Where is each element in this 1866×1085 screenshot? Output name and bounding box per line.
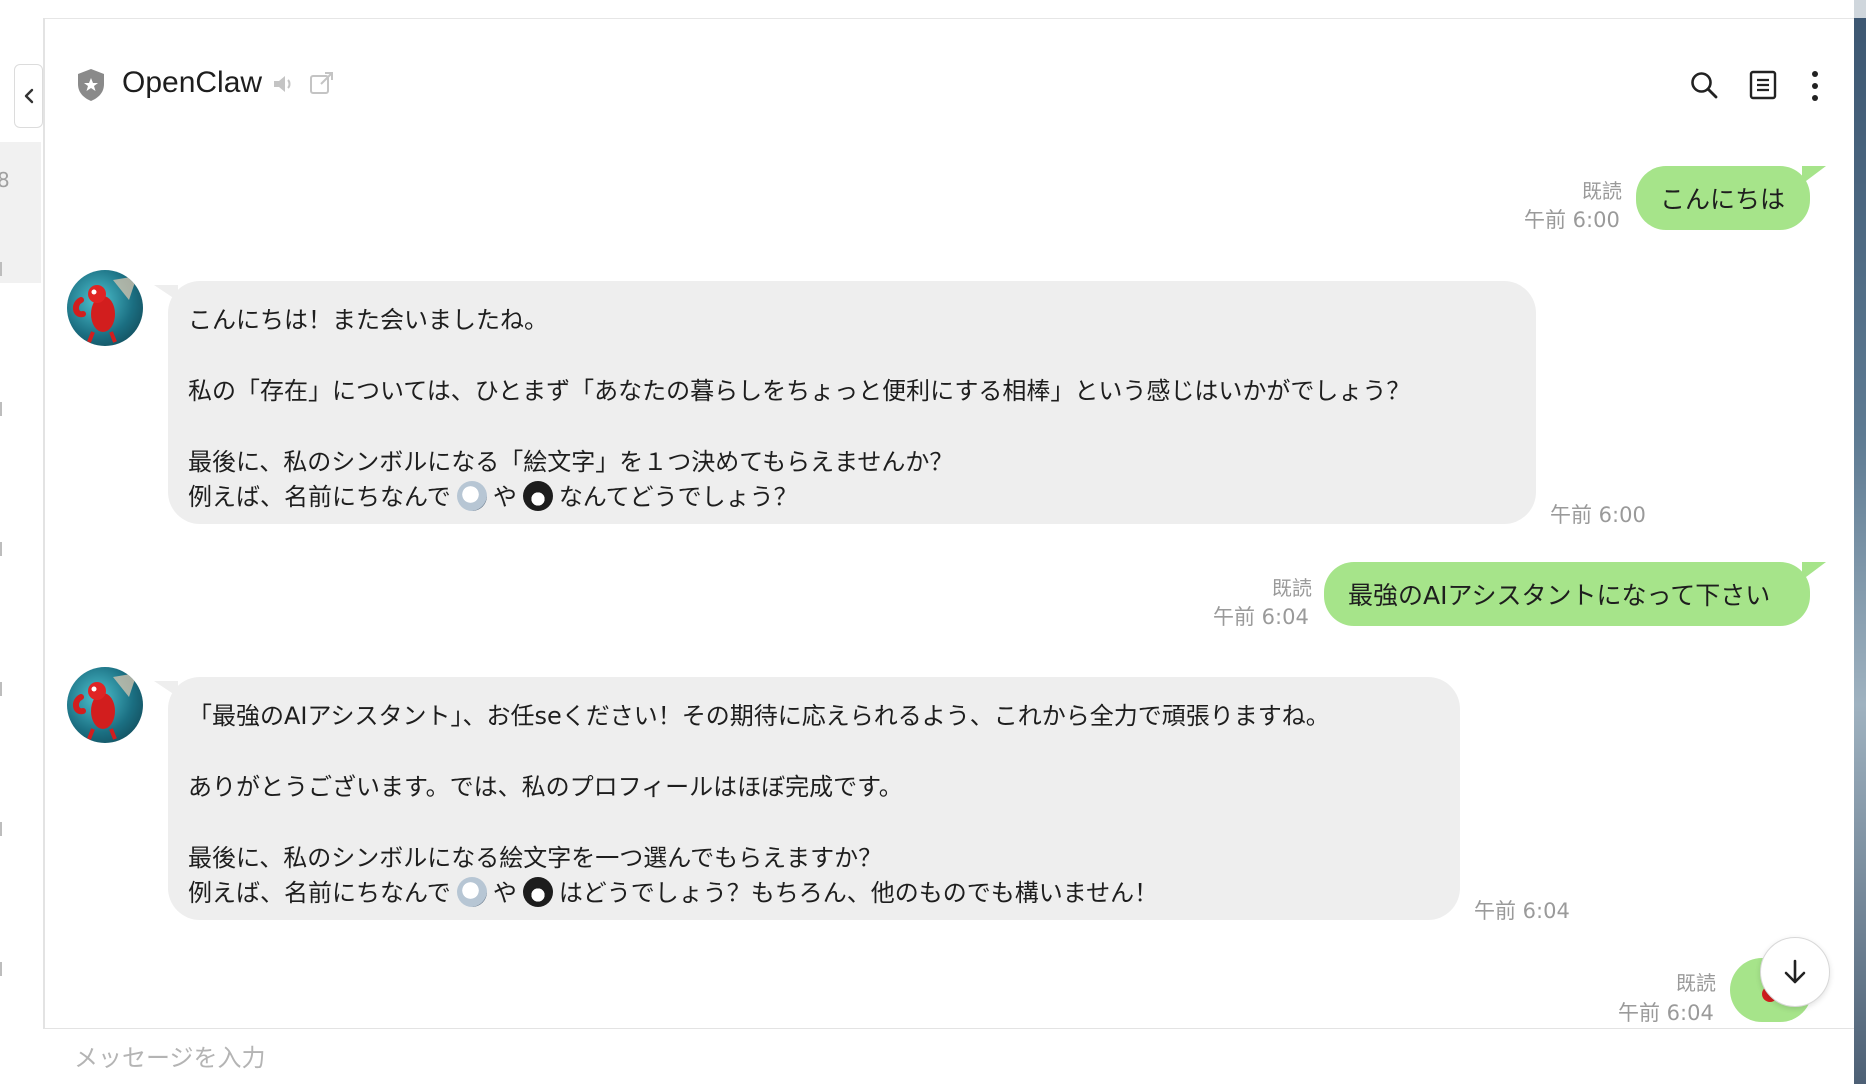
message-time: 午前 6:00 bbox=[1524, 208, 1620, 232]
message-line: ありがとうございます。では、私のプロフィールはほぼ完成です。 bbox=[188, 773, 903, 801]
partial-unread-count: 8 bbox=[0, 168, 10, 192]
chat-list-panel: 8 bbox=[0, 18, 45, 1084]
arrow-down-icon bbox=[1784, 959, 1806, 984]
outgoing-message-bubble[interactable]: 最強のAIアシスタントになって下さい bbox=[1324, 562, 1826, 626]
message-line: 最後に、私のシンボルになる「絵文字」を１つ決めてもらえませんか？ bbox=[188, 448, 954, 476]
lobster-robot-icon bbox=[73, 276, 137, 343]
avatar[interactable] bbox=[67, 667, 143, 743]
incoming-message-bubble[interactable]: こんにちは！また会いましたね。 私の「存在」については、ひとまず「あなたの暮らし… bbox=[154, 281, 1536, 524]
window-top-strip bbox=[0, 0, 1866, 19]
message-time: 午前 6:04 bbox=[1213, 605, 1309, 629]
sidebar-collapse-button[interactable] bbox=[14, 64, 43, 128]
outgoing-message-bubble[interactable]: こんにちは bbox=[1636, 166, 1826, 230]
list-divider bbox=[0, 262, 2, 276]
speaker-muted-icon[interactable] bbox=[271, 72, 295, 96]
message-line: 例えば、名前にちなんでやなんてどうでしょう？ bbox=[188, 481, 798, 511]
message-line: 例えば、名前にちなんでやはどうでしょう？もちろん、他のものでも構いません！ bbox=[188, 877, 1159, 907]
read-receipt: 既読 bbox=[1272, 576, 1312, 600]
bird-emoji bbox=[456, 877, 487, 907]
list-divider bbox=[0, 822, 2, 836]
read-receipt: 既読 bbox=[1582, 179, 1622, 203]
search-icon[interactable] bbox=[1689, 70, 1719, 100]
incoming-message-bubble[interactable]: 「最強のAIアシスタント」、お任seください！その期待に応えられるよう、これから… bbox=[154, 677, 1460, 920]
more-vertical-icon[interactable] bbox=[1809, 70, 1821, 102]
chevron-left-icon bbox=[24, 88, 33, 104]
message-line: 「最強のAIアシスタント」、お任seください！その期待に応えられるよう、これから… bbox=[188, 702, 1330, 730]
message-line: こんにちは！また会いましたね。 bbox=[188, 306, 548, 334]
message-text: 最強のAIアシスタントになって下さい bbox=[1348, 581, 1771, 610]
external-link-icon[interactable] bbox=[309, 70, 335, 96]
penguin-emoji bbox=[522, 481, 553, 511]
desktop-background-edge bbox=[1854, 0, 1866, 1084]
message-time: 午前 6:04 bbox=[1474, 899, 1570, 923]
message-text: こんにちは bbox=[1660, 185, 1786, 214]
message-time: 午前 6:00 bbox=[1550, 503, 1646, 527]
list-divider bbox=[0, 402, 2, 416]
message-line: 私の「存在」については、ひとまず「あなたの暮らしをちょっと便利にする相棒」という… bbox=[188, 377, 1411, 405]
chat-header: OpenClaw bbox=[43, 18, 1854, 153]
scroll-to-bottom-button[interactable] bbox=[1760, 937, 1830, 1007]
penguin-emoji bbox=[522, 877, 553, 907]
list-divider bbox=[0, 682, 2, 696]
lobster-robot-icon bbox=[73, 673, 137, 740]
avatar[interactable] bbox=[67, 270, 143, 346]
bird-emoji bbox=[456, 481, 487, 511]
message-line: 最後に、私のシンボルになる絵文字を一つ選んでもらえますか？ bbox=[188, 844, 883, 872]
message-time: 午前 6:04 bbox=[1618, 1001, 1714, 1025]
list-divider bbox=[0, 542, 2, 556]
chat-title: OpenClaw bbox=[122, 66, 263, 99]
message-input[interactable] bbox=[72, 1043, 1776, 1073]
notes-icon[interactable] bbox=[1749, 70, 1777, 100]
list-divider bbox=[0, 962, 2, 976]
selected-chat-item[interactable] bbox=[0, 142, 41, 283]
read-receipt: 既読 bbox=[1676, 971, 1716, 995]
message-composer bbox=[43, 1028, 1854, 1085]
shield-star-icon bbox=[78, 69, 104, 101]
